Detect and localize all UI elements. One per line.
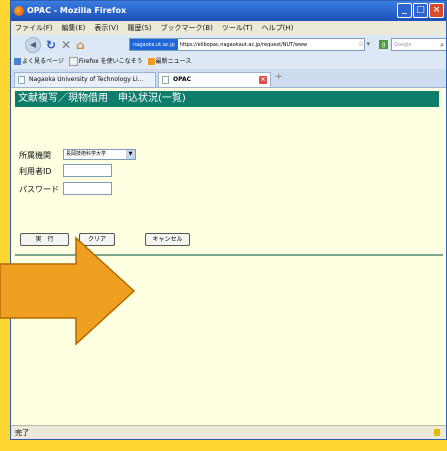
status-bar: 完了 bbox=[11, 425, 446, 439]
bookmark-getting-started[interactable]: Firefox を使いこなそう bbox=[68, 55, 143, 69]
institution-label: 所属機関 bbox=[19, 151, 51, 160]
lock-icon bbox=[434, 429, 440, 436]
search-placeholder: Google bbox=[394, 42, 412, 48]
userid-field[interactable] bbox=[63, 164, 112, 177]
menu-edit[interactable]: 編集(E) bbox=[62, 21, 86, 35]
menu-help[interactable]: ヘルプ(H) bbox=[262, 21, 294, 35]
new-tab-button[interactable]: + bbox=[275, 72, 283, 82]
tab-strip: Nagaoka University of Technology Li... O… bbox=[11, 69, 446, 87]
close-tab-icon[interactable]: × bbox=[259, 76, 267, 84]
address-bar[interactable]: nagaoka.ut.ac.jp https://elibopac.nagaoka… bbox=[129, 38, 365, 51]
page-icon bbox=[18, 76, 25, 84]
menu-tools[interactable]: ツール(T) bbox=[222, 21, 253, 35]
magnifier-icon[interactable]: ⌕ bbox=[440, 39, 444, 51]
password-field[interactable] bbox=[63, 182, 112, 195]
menu-history[interactable]: 履歴(S) bbox=[128, 21, 152, 35]
menu-view[interactable]: 表示(V) bbox=[94, 21, 118, 35]
menu-bar: ファイル(F) 編集(E) 表示(V) 履歴(S) ブックマーク(B) ツール(… bbox=[11, 21, 446, 35]
stop-icon[interactable]: ✕ bbox=[61, 38, 71, 52]
back-button[interactable]: ◀ bbox=[25, 37, 41, 53]
password-label: パスワード bbox=[19, 185, 59, 194]
menu-file[interactable]: ファイル(F) bbox=[15, 21, 53, 35]
tab-opac[interactable]: OPAC × bbox=[158, 72, 271, 87]
institution-value: 長岡技術科学大学 bbox=[66, 151, 107, 157]
dropdown-star-icon[interactable]: ☆ ▾ bbox=[358, 40, 370, 48]
home-icon[interactable]: ⌂ bbox=[76, 38, 85, 52]
bookmarks-toolbar: よく見るページ Firefox を使いこなそう 最新ニュース bbox=[11, 55, 446, 69]
google-icon[interactable]: g bbox=[379, 40, 388, 49]
page-icon bbox=[68, 57, 78, 66]
status-text: 完了 bbox=[15, 429, 29, 437]
menu-bookmarks[interactable]: ブックマーク(B) bbox=[161, 21, 213, 35]
page-icon bbox=[162, 76, 169, 84]
site-identity-button[interactable]: nagaoka.ut.ac.jp bbox=[130, 39, 178, 50]
institution-select[interactable]: 長岡技術科学大学 ▼ bbox=[63, 149, 136, 160]
title-bar: OPAC - Mozilla Firefox _ □ × bbox=[11, 1, 446, 21]
chevron-down-icon[interactable]: ▼ bbox=[126, 150, 135, 159]
bookmark-latest-news[interactable]: 最新ニュース bbox=[147, 55, 191, 69]
firefox-icon bbox=[14, 6, 24, 16]
search-input[interactable]: Google ⌕ bbox=[391, 38, 446, 51]
maximize-button[interactable]: □ bbox=[413, 3, 428, 18]
rss-icon bbox=[147, 58, 155, 65]
arrow-icon bbox=[0, 236, 136, 346]
url-text: https://elibopac.nagaokaut.ac.jp/request… bbox=[179, 42, 308, 48]
reload-icon[interactable]: ↻ bbox=[46, 38, 56, 52]
close-button[interactable]: × bbox=[429, 3, 444, 18]
cancel-button[interactable]: キャンセル bbox=[145, 233, 190, 246]
bookmark-icon bbox=[14, 58, 21, 65]
page-title: 文献複写／現物借用 申込状況(一覧) bbox=[15, 91, 439, 107]
browser-window: OPAC - Mozilla Firefox _ □ × ファイル(F) 編集(… bbox=[10, 0, 447, 440]
minimize-button[interactable]: _ bbox=[397, 3, 412, 18]
tab-nagaoka-library[interactable]: Nagaoka University of Technology Li... bbox=[14, 72, 156, 87]
bookmark-most-visited[interactable]: よく見るページ bbox=[14, 55, 64, 69]
window-title: OPAC - Mozilla Firefox bbox=[27, 6, 127, 15]
userid-label: 利用者ID bbox=[19, 167, 52, 176]
